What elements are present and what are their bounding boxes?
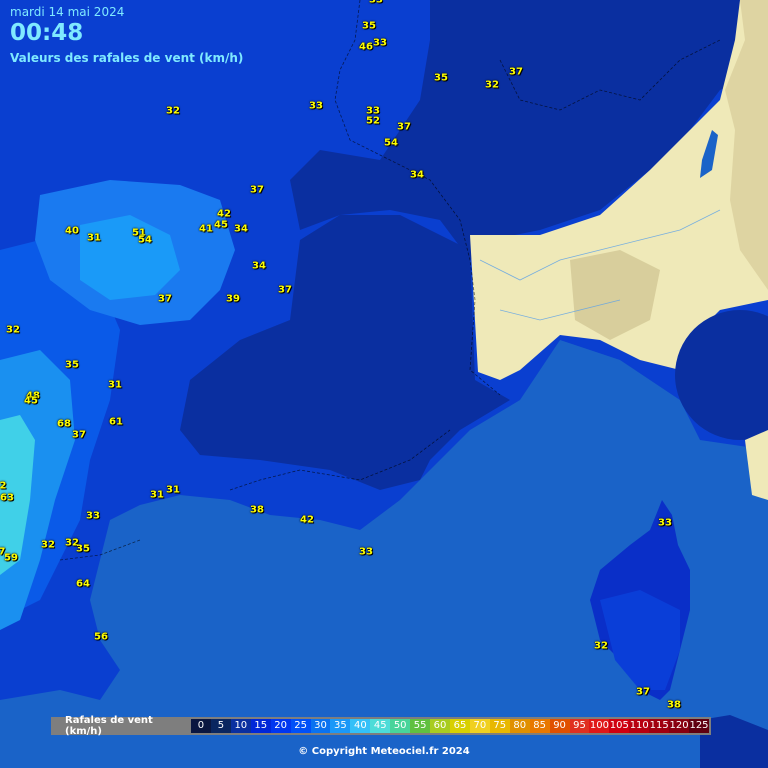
- station-value: 34: [252, 260, 266, 272]
- station-value: 45: [214, 219, 228, 231]
- legend-swatch: 95: [569, 719, 590, 733]
- station-value: 31: [150, 489, 164, 501]
- station-value: 31: [166, 484, 180, 496]
- station-value: 64: [76, 578, 90, 590]
- station-value: 34: [234, 223, 248, 235]
- station-value: 31: [87, 232, 101, 244]
- station-value: 42: [217, 208, 231, 220]
- forecast-date: mardi 14 mai 2024: [10, 5, 125, 19]
- legend-swatch: 85: [529, 719, 550, 733]
- station-value: 35: [362, 20, 376, 32]
- legend-swatch: 5: [210, 719, 231, 733]
- legend-swatch: 35: [330, 719, 351, 733]
- station-value: 32: [166, 105, 180, 117]
- station-value: 54: [138, 234, 152, 246]
- station-value: 33: [309, 100, 323, 112]
- station-value: 54: [384, 137, 398, 149]
- legend-swatch: 105: [609, 719, 630, 733]
- legend-swatch: 55: [410, 719, 431, 733]
- station-value: 33: [359, 546, 373, 558]
- station-value: 52: [366, 115, 380, 127]
- station-value: 39: [226, 293, 240, 305]
- station-value: 37: [509, 66, 523, 78]
- legend-steps: 0 5 10 15 20 25 30 35 40 45 50 55 60 65 70 75 80 85 90 95 10…: [191, 719, 711, 733]
- legend-swatch: 100: [589, 719, 610, 733]
- station-value: 35: [65, 359, 79, 371]
- legend-swatch: 90: [549, 719, 570, 733]
- station-value: 32: [485, 79, 499, 91]
- legend-swatch: 50: [390, 719, 411, 733]
- station-value: 33: [373, 37, 387, 49]
- legend-swatch: 110: [629, 719, 650, 733]
- station-value: 35: [434, 72, 448, 84]
- legend-swatch: 70: [469, 719, 490, 733]
- legend-swatch: 10: [230, 719, 251, 733]
- station-value: 32: [41, 539, 55, 551]
- station-value: 38: [250, 504, 264, 516]
- station-value: 2: [0, 480, 7, 492]
- station-value: 37: [397, 121, 411, 133]
- station-value: 33: [86, 510, 100, 522]
- copyright-notice: © Copyright Meteociel.fr 2024: [298, 746, 470, 757]
- station-value: 40: [65, 225, 79, 237]
- station-value: 32: [6, 324, 20, 336]
- legend-swatch: 115: [649, 719, 670, 733]
- legend-swatch: 65: [449, 719, 470, 733]
- legend-swatch: 20: [270, 719, 291, 733]
- station-value: 41: [199, 223, 213, 235]
- legend-swatch: 120: [669, 719, 690, 733]
- legend-swatch: 80: [509, 719, 530, 733]
- station-value: 35: [76, 543, 90, 555]
- station-value: 37: [636, 686, 650, 698]
- station-value: 61: [109, 416, 123, 428]
- legend-swatch: 0: [191, 719, 211, 733]
- legend-swatch: 75: [489, 719, 510, 733]
- station-value: 31: [108, 379, 122, 391]
- station-value: 59: [4, 552, 18, 564]
- station-value: 34: [410, 169, 424, 181]
- legend-swatch: 40: [350, 719, 371, 733]
- forecast-time: 00:48: [10, 20, 84, 46]
- station-value: 37: [158, 293, 172, 305]
- station-value: 37: [278, 284, 292, 296]
- legend-swatch: 25: [290, 719, 311, 733]
- station-value: 33: [658, 517, 672, 529]
- legend-swatch: 125: [689, 719, 709, 733]
- station-value: 38: [667, 699, 681, 711]
- station-value: 37: [250, 184, 264, 196]
- color-scale-legend: Rafales de vent (km/h) 0 5 10 15 20 25 30 35 40 4…: [51, 715, 711, 737]
- legend-swatch: 15: [250, 719, 271, 733]
- map-subtitle: Valeurs des rafales de vent (km/h): [10, 51, 244, 65]
- legend-swatch: 30: [310, 719, 331, 733]
- station-value: 46: [359, 41, 373, 53]
- station-value: 56: [94, 631, 108, 643]
- station-value: 32: [594, 640, 608, 652]
- legend-swatch: 45: [370, 719, 391, 733]
- station-value: 33: [369, 0, 383, 6]
- legend-title: Rafales de vent (km/h): [65, 715, 153, 737]
- station-value: 42: [300, 514, 314, 526]
- station-value: 45: [24, 395, 38, 407]
- station-value: 68: [57, 418, 71, 430]
- legend-swatch: 60: [430, 719, 450, 733]
- station-value: 37: [72, 429, 86, 441]
- station-value: 63: [0, 492, 14, 504]
